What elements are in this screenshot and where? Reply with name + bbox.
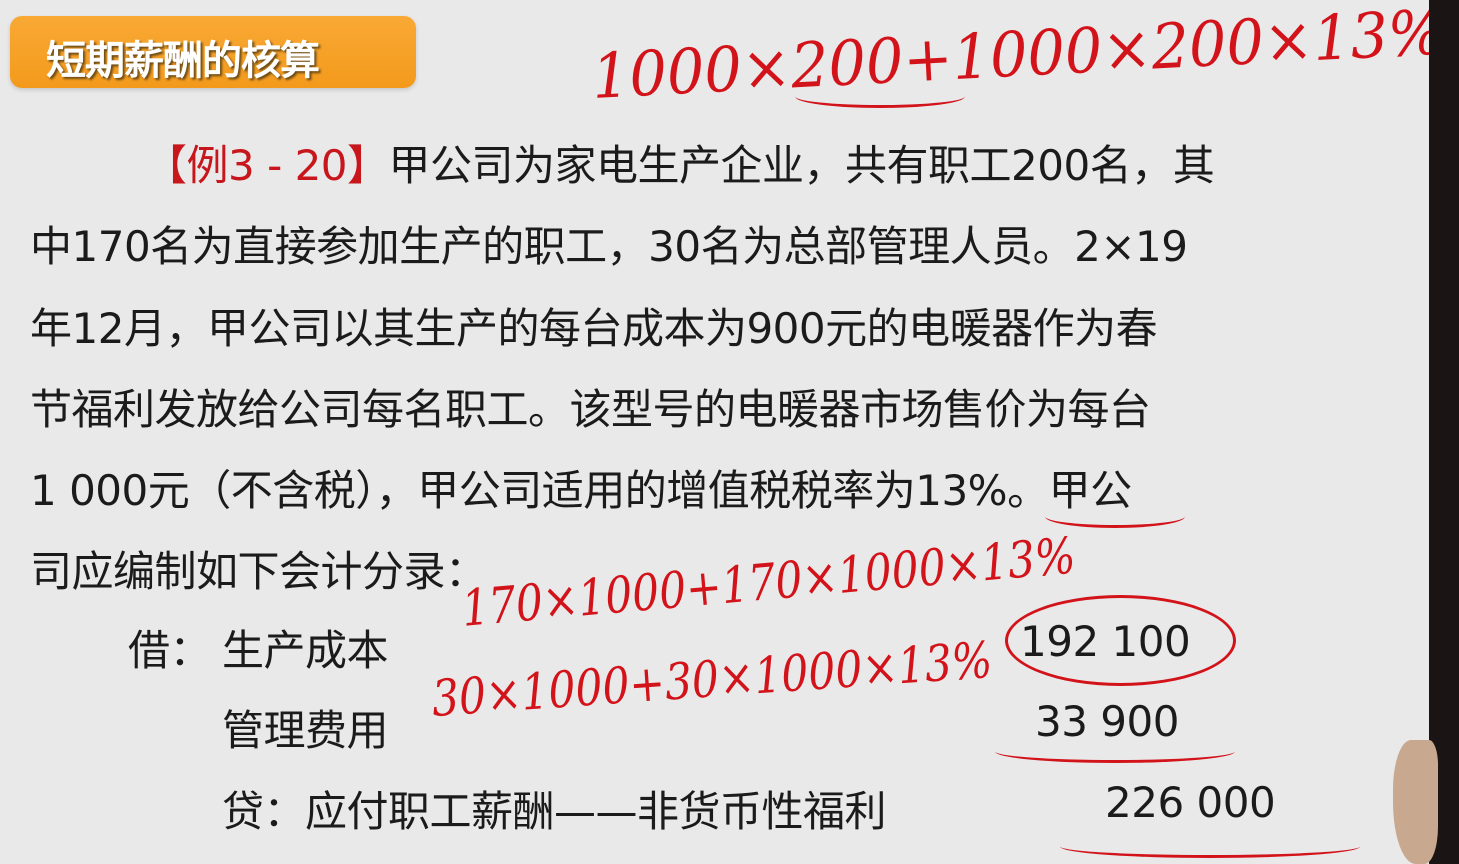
handwritten-underline-2 [995,740,1235,763]
handwritten-underline-3 [1060,835,1360,858]
handwritten-annotation-production: 170×1000+170×1000×13% [459,526,1078,638]
paragraph-line-3: 年12月，甲公司以其生产的每台成本为900元的电暖器作为春 [30,304,1158,353]
amount-management-expense: 33 900 [1035,697,1179,746]
paragraph-line-1: 【例3 - 20】甲公司为家电生产企业，共有职工200名，其 [145,141,1215,190]
section-title: 短期薪酬的核算 [46,38,320,84]
presenter-hand [1393,740,1438,864]
handwritten-circle [1005,595,1236,686]
account-production-cost: 生产成本 [222,626,389,675]
section-title-badge: 短期薪酬的核算 [10,16,416,88]
handwritten-annotation-top: 1000×200+1000×200×13% [590,0,1446,113]
paragraph-line-4: 节福利发放给公司每名职工。该型号的电暖器市场售价为每台 [30,385,1151,434]
handwritten-annotation-management: 30×1000+30×1000×13% [429,630,995,728]
paragraph-line-6: 司应编制如下会计分录： [30,547,487,596]
handwritten-underline [795,85,965,108]
paragraph-line-2: 中170名为直接参加生产的职工，30名为总部管理人员。2×19 [30,222,1188,271]
debit-label: 借： [128,626,212,675]
example-tag: 【例3 - 20】 [145,141,389,190]
presenter-figure [1429,0,1459,864]
credit-label: 贷：应付职工薪酬——非货币性福利 [222,787,887,836]
account-payroll-nonmonetary: 应付职工薪酬——非货币性福利 [305,787,887,836]
amount-credit: 226 000 [1105,778,1276,827]
handwritten-underline-rate [1045,505,1185,528]
account-management-expense: 管理费用 [222,706,389,755]
paragraph-line-5: 1 000元（不含税），甲公司适用的增值税税率为13%。甲公 [30,466,1132,515]
